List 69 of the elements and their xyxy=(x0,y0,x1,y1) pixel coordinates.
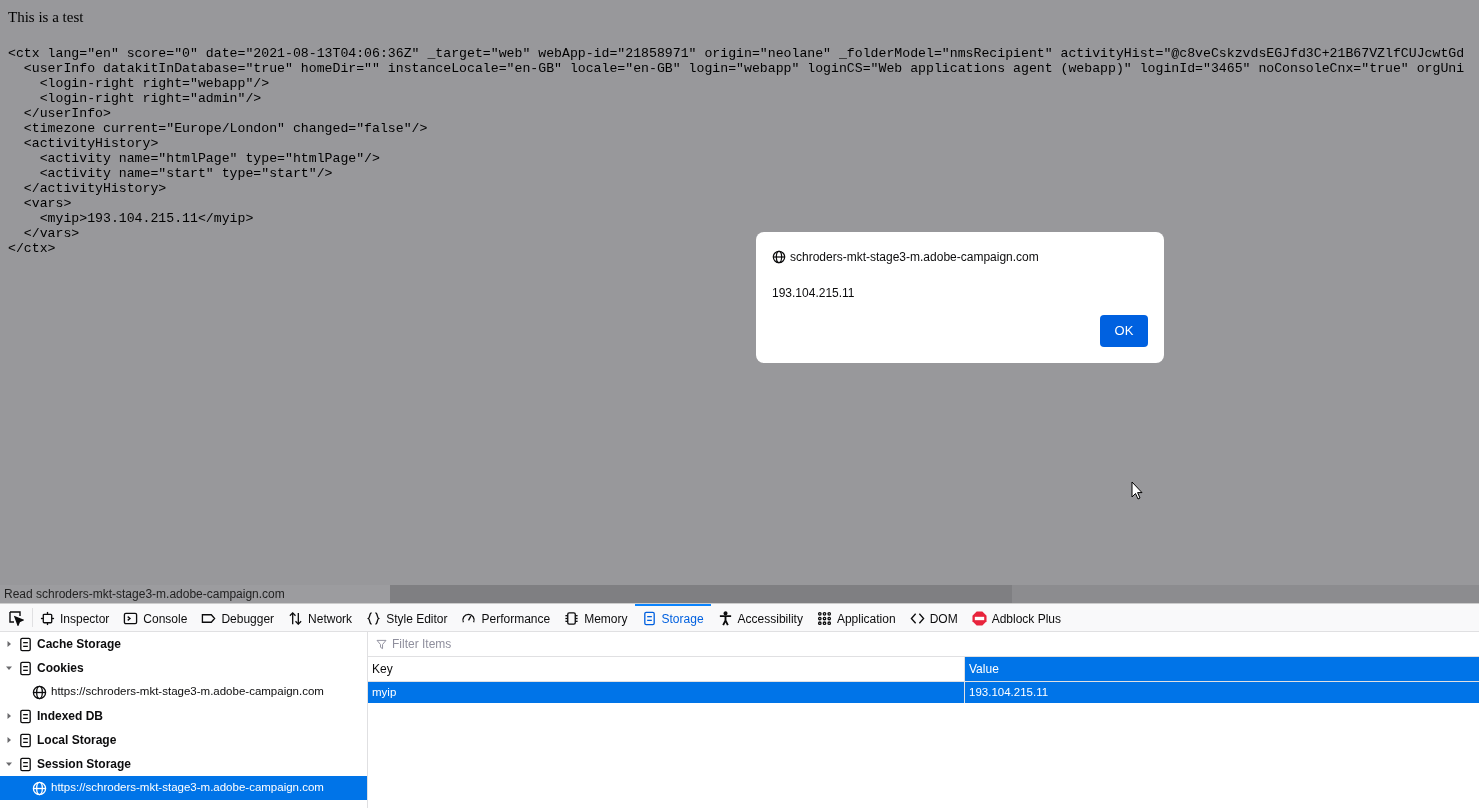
code-line: <ctx lang="en" score="0" date="2021-08-13T04:06:36Z" _target="web" webApp-id="21858971" origin="neolane" _folderModel="nmsRecipient" activityHist="@c8veCskzvdsEGJfd3C+21B67VZlfCUJcwtGd xyxy=(8,46,1465,61)
code-line: <userInfo datakitInDatabase="true" homeDir="" instanceLocale="en-GB" locale="en-GB" login="webapp" loginCS="Web applications agent (webapp)" loginId="3465" noConsoleCnx="true" orgUni xyxy=(22,61,1465,76)
expand-caret-icon xyxy=(5,640,13,648)
code-line: <login-right right="webapp"/> xyxy=(38,76,270,91)
chip-icon xyxy=(564,611,580,626)
console-icon xyxy=(123,611,139,626)
devtools-tab[interactable]: Console xyxy=(116,604,195,631)
code-line: </ctx> xyxy=(8,241,56,256)
devtools-tab[interactable]: Style Editor xyxy=(359,604,455,631)
filter-icon xyxy=(376,638,387,650)
accessibility-icon xyxy=(717,611,733,626)
devtools-tab[interactable]: Application xyxy=(809,604,903,631)
code-line: <login-right right="admin"/> xyxy=(38,91,262,106)
globe-icon xyxy=(32,684,47,700)
dialog-message: 193.104.215.11 xyxy=(772,285,856,302)
collapse-caret-icon xyxy=(5,760,13,768)
code-line: <activityHistory> xyxy=(22,136,159,151)
collapse-caret-icon xyxy=(5,664,13,672)
code-line: <myip>193.104.215.11</myip> xyxy=(38,211,254,226)
devtools-tab[interactable]: Memory xyxy=(557,604,635,631)
storage-icon xyxy=(641,611,657,626)
storage-icon xyxy=(18,636,33,652)
code-line: <activity name="start" type="start"/> xyxy=(38,166,333,181)
table-cell: 193.104.215.11 xyxy=(965,682,1479,703)
cursor-icon xyxy=(1131,481,1143,500)
code-line: </userInfo> xyxy=(22,106,111,121)
devtools-tab[interactable]: Adblock Plus xyxy=(964,604,1068,631)
page-heading: This is a test xyxy=(8,8,85,26)
grid-icon xyxy=(816,611,832,626)
scrollbar-thumb[interactable] xyxy=(390,585,1012,603)
ok-button[interactable]: OK xyxy=(1100,315,1148,347)
code-line: </activityHistory> xyxy=(22,181,167,196)
devtools-tab[interactable]: Inspector xyxy=(33,604,117,631)
tree-item[interactable]: Session Storage xyxy=(0,752,367,776)
tree-item[interactable]: Cache Storage xyxy=(0,632,367,656)
code-line: <timezone current="Europe/London" changed="false"/> xyxy=(22,121,428,136)
globe-icon xyxy=(772,250,786,264)
storage-icon xyxy=(18,660,33,676)
tree-item[interactable]: Cookies xyxy=(0,656,367,680)
devtools-tab[interactable]: Debugger xyxy=(194,604,282,631)
code-line: <activity name="htmlPage" type="htmlPage"/> xyxy=(38,151,380,166)
table-cell: myip xyxy=(368,682,965,703)
column-header[interactable]: Value xyxy=(965,657,1479,682)
globe-icon xyxy=(32,780,47,796)
debugger-icon xyxy=(201,611,217,626)
storage-icon xyxy=(18,708,33,724)
storage-icon xyxy=(18,732,33,748)
expand-caret-icon xyxy=(5,736,13,744)
devtools-tab[interactable]: DOM xyxy=(902,604,965,631)
code-line: <vars> xyxy=(22,196,72,211)
picker-icon xyxy=(8,609,24,626)
tree-item[interactable]: https://schroders-mkt-stage3-m.adobe-campaign.com xyxy=(0,776,367,800)
filter-field[interactable]: Filter Items xyxy=(390,634,1479,654)
tree-item[interactable]: Local Storage xyxy=(0,728,367,752)
devtools-tab[interactable]: Network xyxy=(281,604,360,631)
tree-item[interactable]: https://schroders-mkt-stage3-m.adobe-campaign.com xyxy=(0,680,367,704)
storage-icon xyxy=(18,756,33,772)
code-line: </vars> xyxy=(22,226,80,241)
devtools-tab[interactable]: Performance xyxy=(454,604,558,631)
dialog-origin: schroders-mkt-stage3-m.adobe-campaign.com xyxy=(790,249,1039,266)
stop-sign-icon xyxy=(971,611,987,626)
arrows-icon xyxy=(288,611,304,626)
code-icon xyxy=(909,611,925,626)
status-text: Read schroders-mkt-stage3-m.adobe-campaign.com xyxy=(0,585,390,603)
inspector-icon xyxy=(40,611,55,626)
braces-icon xyxy=(366,611,382,626)
tree-item[interactable]: Indexed DB xyxy=(0,704,367,728)
devtools-tab[interactable]: Accessibility xyxy=(710,604,810,631)
expand-caret-icon xyxy=(5,712,13,720)
